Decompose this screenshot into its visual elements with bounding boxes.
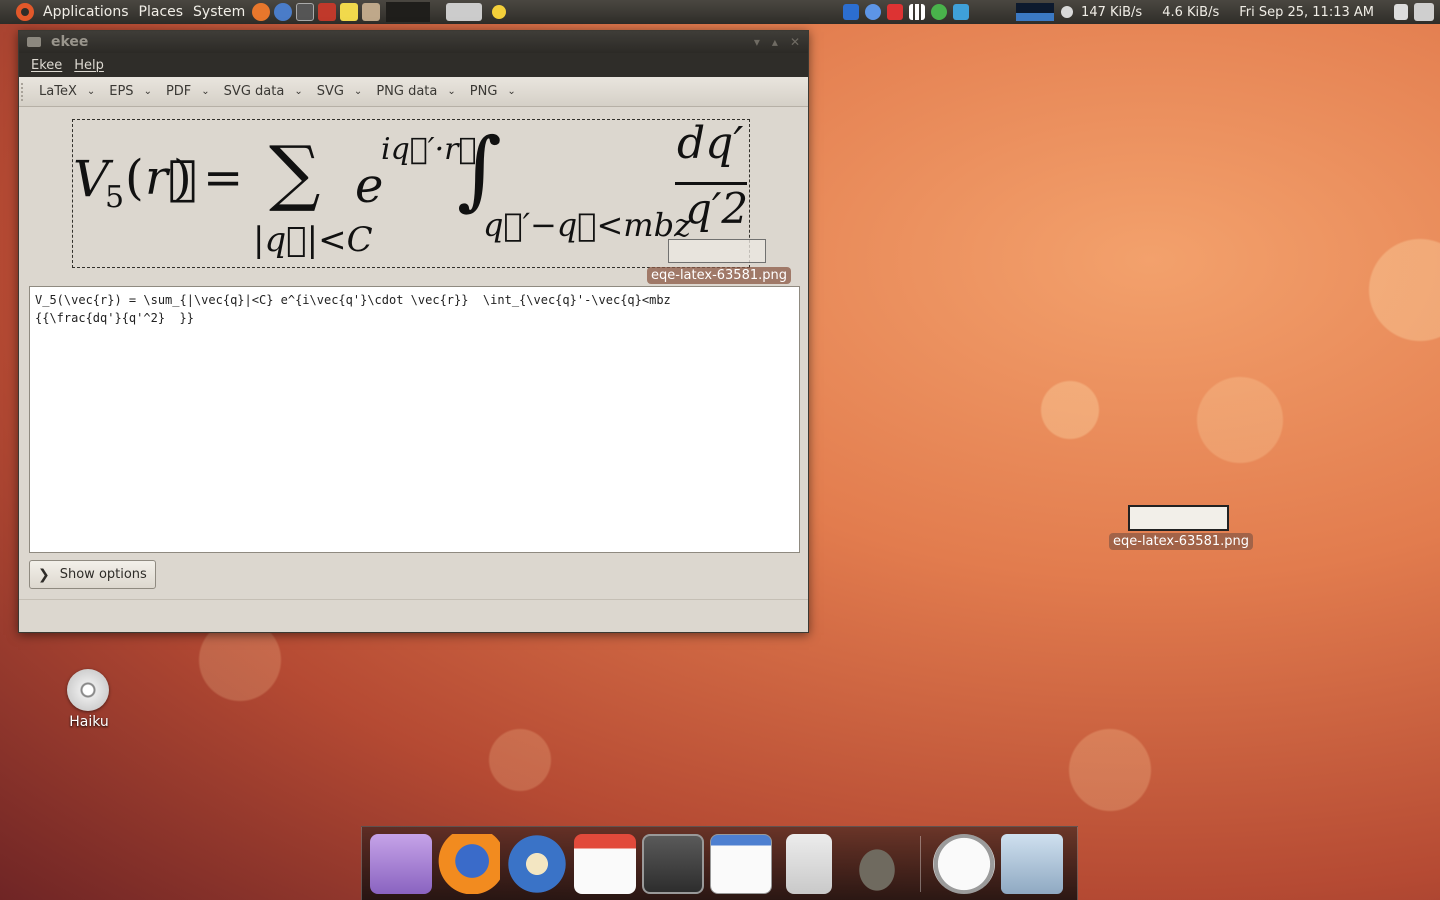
eq-fraction-numerator: dq′ (677, 118, 744, 169)
network-monitor-graph[interactable] (1016, 3, 1055, 21)
update-download-icon[interactable] (887, 4, 904, 20)
net-down-label: 147 KiB/s (1081, 4, 1143, 20)
show-options-label: Show options (59, 567, 147, 582)
export-toolbar: LaTeX ⌄ EPS ⌄ PDF ⌄ SVG data ⌄ SVG ⌄ PNG data… (19, 77, 808, 107)
eq-rparen: ) (173, 150, 192, 206)
latex-source-editor[interactable]: V_5(\vec{r}) = \sum_{|\vec{q}|<C} e^{i\v… (29, 286, 800, 553)
window-title: ekee (51, 34, 89, 50)
menu-ekee[interactable]: Ekee (25, 58, 68, 73)
volume-muted-icon[interactable] (1394, 4, 1408, 20)
text-editor-icon[interactable] (340, 3, 359, 21)
terminal-launcher-icon[interactable] (296, 3, 315, 21)
chevron-down-icon: ⌄ (507, 86, 516, 97)
chat-status-icon[interactable] (865, 4, 882, 20)
export-pdf-button[interactable]: PDF ⌄ (160, 84, 218, 99)
drag-filename-label: eqe-latex-63581.png (647, 267, 791, 284)
chevron-down-icon: ⌄ (201, 86, 210, 97)
user-indicator-icon[interactable] (1061, 6, 1074, 18)
net-up-label: 4.6 KiB/s (1162, 4, 1220, 20)
disc-icon[interactable] (67, 669, 109, 711)
terminal-icon[interactable] (642, 833, 704, 894)
chevron-right-icon: ❯ (38, 566, 50, 583)
ubuntu-logo-icon[interactable] (16, 3, 34, 21)
desktop-file-label[interactable]: eqe-latex-63581.png (1109, 533, 1253, 550)
clock[interactable]: Fri Sep 25, 11:13 AM (1234, 0, 1379, 24)
eq-fraction-denominator: q′2 (685, 184, 749, 233)
window-titlebar[interactable]: ekee ▾ ▴ ✕ (19, 31, 808, 53)
notification-icon[interactable] (492, 5, 507, 19)
minimize-icon[interactable]: ▾ (754, 35, 760, 49)
window-icon[interactable] (710, 833, 772, 894)
signal-bars-icon[interactable] (909, 4, 926, 20)
drag-thumbnail (668, 239, 766, 263)
show-options-button[interactable]: ❯ Show options (29, 560, 156, 589)
chevron-down-icon: ⌄ (294, 86, 303, 97)
thunderbird-icon[interactable] (506, 833, 568, 894)
firefox-icon[interactable] (438, 833, 500, 894)
export-eps-button[interactable]: EPS ⌄ (103, 84, 160, 99)
haiku-disc-label[interactable]: Haiku (58, 714, 120, 730)
menubar: Ekee Help (19, 53, 808, 77)
thunderbird-launcher-icon[interactable] (274, 3, 293, 21)
calendar-icon[interactable] (574, 833, 636, 894)
ekee-window: ekee ▾ ▴ ✕ Ekee Help LaTeX ⌄ EPS ⌄ PDF ⌄ SV… (18, 30, 809, 633)
maximize-icon[interactable]: ▴ (772, 35, 778, 49)
eq-sum-symbol: ∑ (269, 130, 321, 214)
toolbar-grip[interactable] (21, 82, 27, 101)
desktop-png-file-icon[interactable] (1128, 505, 1229, 531)
eq-integral-symbol: ∫ (457, 120, 502, 220)
chevron-down-icon: ⌄ (143, 86, 152, 97)
chevron-down-icon: ⌄ (353, 86, 363, 97)
dock (361, 826, 1078, 900)
menu-help[interactable]: Help (68, 58, 110, 73)
eq-lhs: V (73, 150, 110, 208)
statusbar (19, 599, 808, 632)
workspace-blank (386, 2, 431, 22)
firefox-launcher-icon[interactable] (252, 3, 271, 21)
clock-icon[interactable] (933, 833, 995, 894)
trash-icon[interactable] (1001, 833, 1063, 894)
export-latex-button[interactable]: LaTeX ⌄ (33, 84, 103, 99)
close-icon[interactable]: ✕ (790, 35, 800, 49)
export-svg-button[interactable]: SVG ⌄ (311, 84, 371, 99)
eq-sum-subscript: |q⃗|<C (253, 220, 373, 260)
session-icon[interactable] (1414, 3, 1434, 21)
equation-preview[interactable]: V 5 ( r⃗ ) = ∑ |q⃗|<C e iq⃗′·r⃗ ∫ q⃗′−q⃗… (72, 118, 750, 268)
presentation-icon[interactable] (786, 833, 832, 894)
dropbox-icon[interactable] (953, 4, 970, 20)
eq-subscript: 5 (105, 180, 125, 215)
eq-lparen: ( (125, 150, 144, 206)
gimp-icon[interactable] (846, 833, 908, 894)
export-png-button[interactable]: PNG ⌄ (464, 84, 524, 99)
settings-gear-icon[interactable] (370, 833, 432, 894)
sync-icon[interactable] (931, 4, 948, 20)
window-menu-icon[interactable] (27, 37, 41, 47)
image-viewer-icon[interactable] (362, 3, 381, 21)
system-menu[interactable]: System (188, 0, 250, 24)
bluetooth-icon[interactable] (843, 4, 860, 20)
eq-integral-subscript: q⃗′−q⃗<mbz (483, 206, 691, 244)
window-list-icon[interactable] (446, 3, 483, 21)
eq-equals: = (203, 150, 244, 206)
chevron-down-icon: ⌄ (447, 86, 456, 97)
export-png-data-button[interactable]: PNG data ⌄ (370, 84, 463, 99)
places-menu[interactable]: Places (134, 0, 189, 24)
home-folder-icon[interactable] (318, 3, 337, 21)
export-svg-data-button[interactable]: SVG data ⌄ (218, 84, 311, 99)
chevron-down-icon: ⌄ (86, 86, 96, 97)
top-panel: Applications Places System 147 KiB/s 4.6… (0, 0, 1440, 24)
dock-separator (920, 835, 921, 892)
applications-menu[interactable]: Applications (38, 0, 134, 24)
eq-exp-base: e (355, 158, 384, 214)
